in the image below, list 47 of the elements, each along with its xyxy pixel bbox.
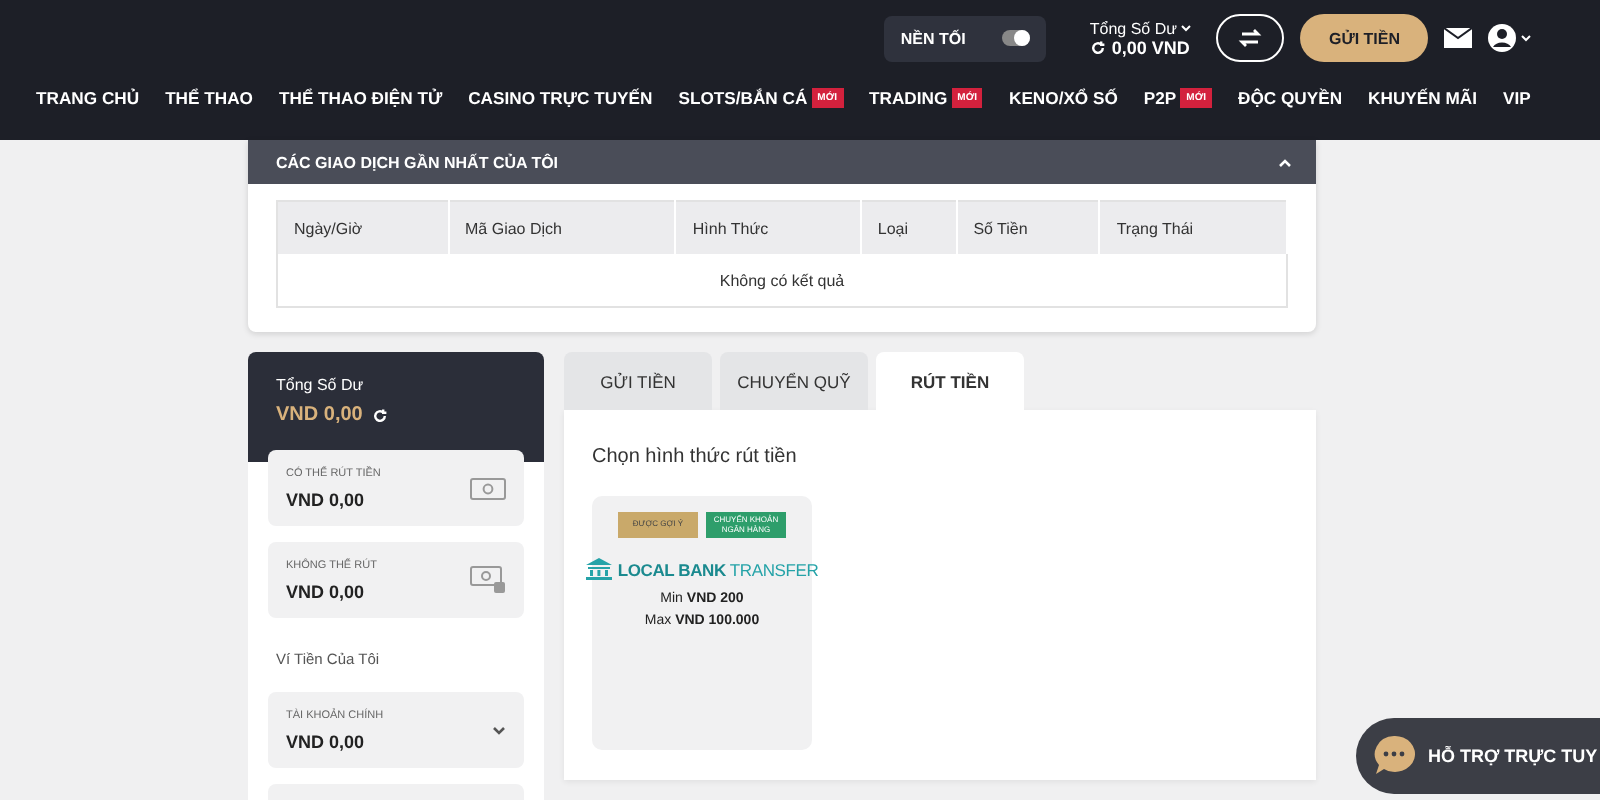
mail-icon[interactable]	[1444, 28, 1472, 48]
nav-link[interactable]: KHUYẾN MÃI	[1368, 88, 1477, 108]
chevron-up-icon[interactable]	[1278, 157, 1292, 167]
live-support-button[interactable]: HỖ TRỢ TRỰC TUY	[1356, 718, 1600, 794]
balance-value: VND 0,00	[286, 489, 367, 509]
nav-link[interactable]: P2P	[1143, 88, 1177, 108]
column-header: Hình Thức	[675, 201, 861, 254]
theme-toggle[interactable]	[1001, 30, 1030, 46]
theme-label: NỀN TỐI	[900, 29, 966, 47]
column-header: Số Tiền	[956, 201, 1100, 254]
column-header: Mã Giao Dịch	[448, 201, 676, 254]
nav-link[interactable]: KENO/XỔ SỐ	[1008, 88, 1118, 108]
nav-link[interactable]: THỂ THAO	[165, 88, 253, 108]
nav-link[interactable]: SLOTS/BẮN CÁ	[678, 88, 808, 108]
section-title: CÁC GIAO DỊCH GẦN NHẤT CỦA TÔI	[276, 153, 559, 171]
nav-link[interactable]: CASINO TRỰC TUYẾN	[468, 88, 653, 108]
column-header: Loại	[860, 201, 957, 254]
transfer-button[interactable]	[1216, 14, 1285, 62]
nav-link[interactable]: ĐỘC QUYỀN	[1238, 88, 1343, 108]
deposit-button[interactable]: GỬI TIỀN	[1300, 14, 1428, 62]
nav-link[interactable]: VIP	[1502, 88, 1531, 108]
nav-link[interactable]: TRADING	[869, 88, 948, 108]
user-icon[interactable]	[1488, 24, 1532, 52]
section-heading: Chọn hình thức rút tiền	[592, 446, 799, 468]
column-header: Trạng Thái	[1099, 201, 1287, 254]
refresh-icon[interactable]	[372, 407, 389, 423]
column-header: Ngày/Giờ	[277, 201, 449, 254]
refresh-icon[interactable]	[1089, 39, 1106, 55]
bank-icon	[585, 558, 612, 580]
nav-link[interactable]: TRANG CHỦ	[36, 88, 140, 108]
total-balance-label: Tổng Số Dư	[276, 376, 366, 394]
chevron-down-icon[interactable]	[492, 725, 506, 735]
locked-cash-icon	[470, 566, 506, 594]
balance-value: VND 0,00	[286, 581, 367, 601]
chat-bubble-icon	[1372, 734, 1416, 778]
swap-arrows-icon	[1238, 26, 1263, 50]
payment-tab[interactable]: CHUYỂN QUỸ	[720, 352, 868, 410]
nav-link[interactable]: THỂ THAO ĐIỆN TỬ	[278, 88, 443, 108]
payment-tab[interactable]: RÚT TIỀN	[876, 352, 1024, 410]
balance-value: 0,00 VND	[1111, 37, 1190, 57]
empty-message: Không có kết quả	[277, 254, 1287, 307]
balance-label: Tổng Số Dư	[1089, 19, 1177, 37]
balance-value: VND 0,00	[286, 731, 367, 751]
payment-tab[interactable]: GỬI TIỀN	[564, 352, 712, 410]
total-balance-value: VND 0,00	[276, 404, 363, 426]
caret-down-icon[interactable]	[1180, 24, 1193, 32]
cash-icon	[470, 477, 506, 499]
